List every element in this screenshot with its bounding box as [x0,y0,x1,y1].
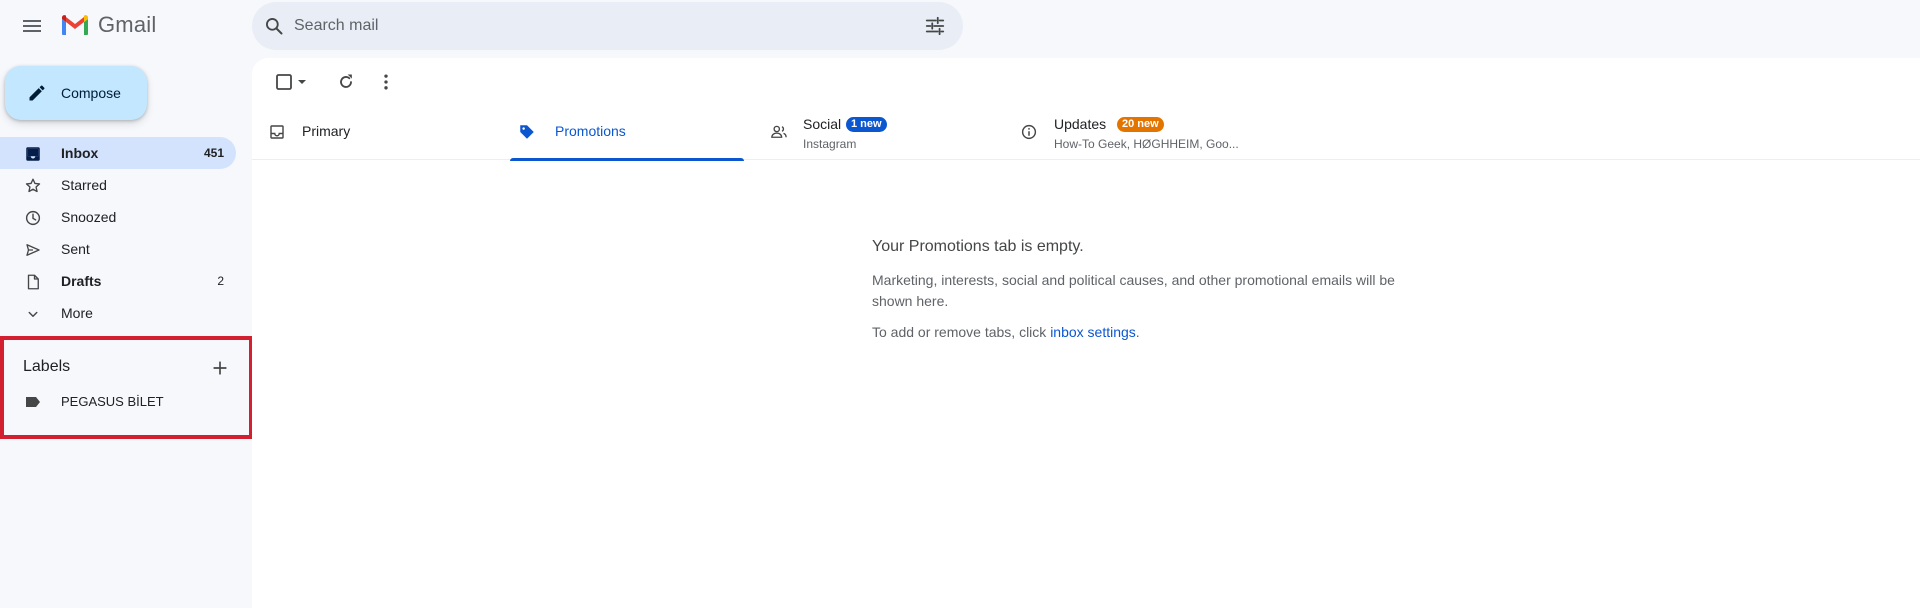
tab-promotions[interactable]: Promotions [510,102,744,161]
sidebar-item-label: Starred [61,177,107,193]
top-bar: Gmail [0,0,1920,52]
labels-heading: Labels [23,358,71,375]
compose-button[interactable]: Compose [5,66,147,120]
label-item-pegasus-bilet[interactable]: PEGASUS BİLET [4,386,249,418]
sidebar-item-label: More [61,305,93,321]
pencil-icon [29,85,45,101]
tab-updates[interactable]: Updates 20 new How-To Geek, HØGHHEIM, Go… [1012,102,1272,160]
empty-state-title: Your Promotions tab is empty. [872,238,1084,255]
sidebar-item-label: Inbox [61,145,99,161]
empty-state: Your Promotions tab is empty. Marketing,… [872,238,1432,340]
add-label-icon[interactable] [210,358,230,378]
sidebar-item-label: Sent [61,241,90,257]
tag-icon [520,125,534,139]
send-icon [26,244,40,256]
gmail-m-icon [62,15,88,35]
info-icon [1021,124,1037,140]
labels-section: Labels PEGASUS BİLET [0,336,253,439]
app-name: Gmail [98,12,157,37]
gmail-logo[interactable]: Gmail [60,12,156,38]
hint-suffix: . [1135,324,1140,340]
tab-sender-preview: How-To Geek, HØGHHEIM, Goo... [1054,137,1239,151]
sidebar-item-more[interactable]: More [0,297,236,329]
main-panel: Primary Promotions Social 1 new Instagra… [252,58,1920,608]
label-name: PEGASUS BİLET [61,394,164,409]
tab-sender-preview: Instagram [803,137,857,151]
tab-label: Social [803,116,842,132]
inbox-settings-link[interactable]: inbox settings [1050,324,1136,340]
tab-label: Promotions [555,123,626,139]
search-input[interactable] [294,2,894,50]
unread-count: 451 [203,146,224,160]
more-vert-icon[interactable] [376,72,396,92]
tab-label: Updates [1054,116,1107,132]
sidebar-item-snoozed[interactable]: Snoozed [0,201,236,233]
star-icon [25,178,41,193]
active-tab-indicator [510,158,744,161]
draft-count: 2 [217,274,224,288]
hint-text: To add or remove tabs, click [872,324,1051,340]
sidebar-item-sent[interactable]: Sent [0,233,236,265]
compose-label: Compose [61,85,121,101]
empty-state-hint: To add or remove tabs, click inbox setti… [872,324,1432,340]
sidebar-item-label: Drafts [61,273,102,289]
inbox-tabs: Primary Promotions Social 1 new Instagra… [252,102,1920,161]
sidebar-item-drafts[interactable]: Drafts 2 [0,265,236,297]
tab-primary[interactable]: Primary [252,102,504,160]
sidebar-item-starred[interactable]: Starred [0,169,236,201]
sidebar-item-inbox[interactable]: Inbox 451 [0,137,236,169]
refresh-icon[interactable] [336,72,356,92]
inbox-tab-icon [270,125,284,139]
inbox-icon [26,147,40,161]
empty-state-description: Marketing, interests, social and politic… [872,272,1395,309]
hamburger-menu-icon [23,20,41,32]
tab-social[interactable]: Social 1 new Instagram [762,102,1002,160]
label-icon [26,397,40,407]
new-count-badge: 20 new [1117,117,1164,132]
new-count-badge: 1 new [846,117,887,132]
search-options-icon[interactable] [924,15,946,37]
draft-icon [27,274,39,290]
chevron-down-icon [28,311,38,317]
search-bar [252,2,963,50]
sidebar-item-label: Snoozed [61,209,117,225]
tab-label: Primary [302,123,351,139]
people-icon [771,125,787,138]
sidebar-nav: Inbox 451 Starred Snoozed Sent Drafts 2 … [0,137,236,329]
select-checkbox-icon[interactable] [276,72,308,92]
main-menu-button[interactable] [20,14,48,38]
search-icon[interactable] [264,16,284,36]
clock-icon [25,210,41,226]
